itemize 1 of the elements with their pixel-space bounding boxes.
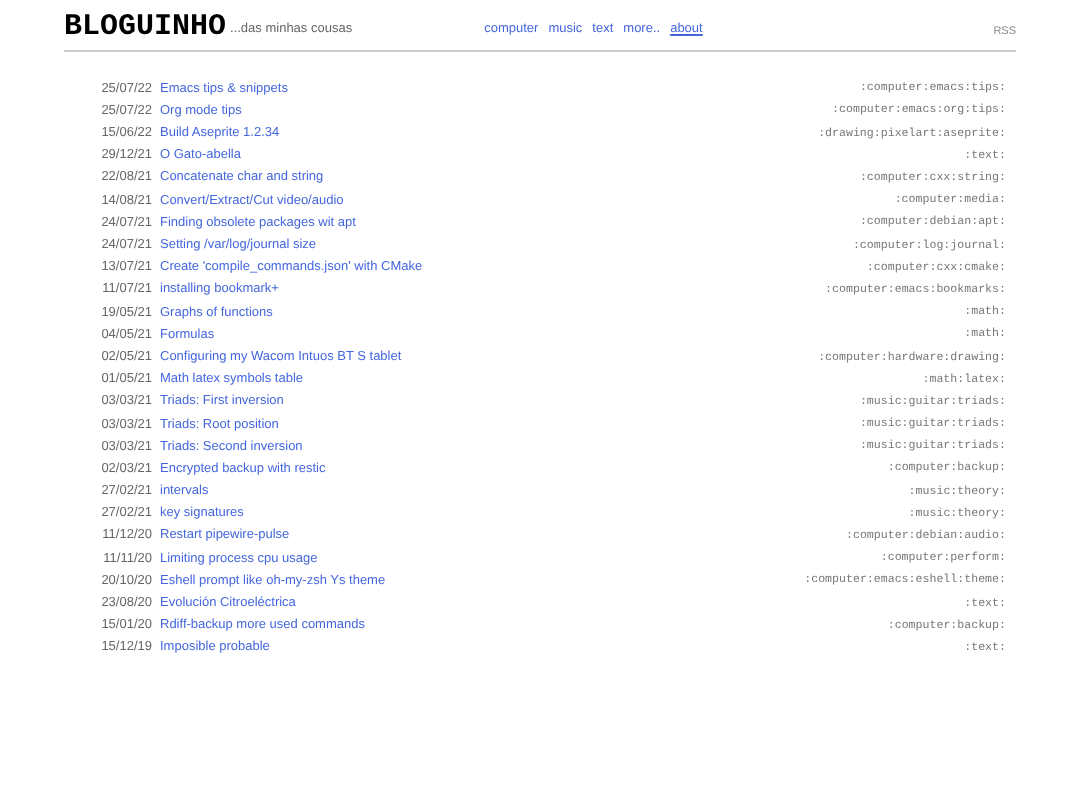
site-title[interactable]: BLOGUINHO (64, 10, 227, 46)
